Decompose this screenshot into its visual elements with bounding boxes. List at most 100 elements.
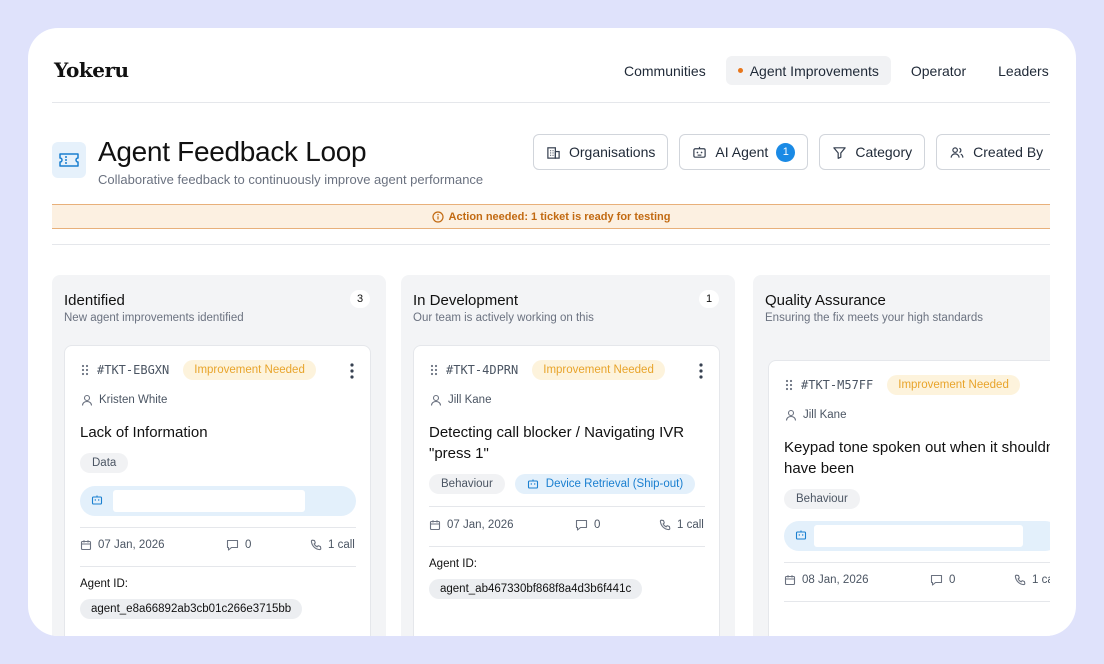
nav-leaders[interactable]: Leaders (986, 56, 1050, 85)
created-date: 07 Jan, 2026 (80, 539, 165, 551)
organisations-filter-button[interactable]: Organisations (533, 134, 669, 170)
bot-icon (693, 146, 707, 158)
nav-label: Operator (910, 62, 967, 79)
tag-list: Data (80, 453, 138, 473)
card-header: #TKT-EBGXN Improvement Needed (81, 360, 359, 380)
calendar-icon (429, 520, 441, 531)
drag-handle-icon[interactable] (430, 364, 438, 376)
user-icon (430, 394, 442, 406)
alert-text: Action needed: 1 ticket is ready for tes… (448, 210, 671, 223)
agent-id-value[interactable]: agent_ab467330bf868f8a4d3b6f441c (429, 579, 643, 599)
column-title: Quality Assurance (765, 292, 886, 309)
comment-count[interactable]: 0 (226, 539, 251, 551)
assignee-name: Kristen White (99, 394, 168, 406)
nav-label: Agent Improvements (749, 62, 879, 79)
card-title: Lack of Information (80, 424, 208, 441)
page-subtitle: Collaborative feedback to continuously i… (98, 172, 484, 187)
call-count[interactable]: 1 call (659, 519, 704, 531)
bot-icon (527, 479, 538, 489)
top-nav: Yokeru Communities Agent Improvements Op… (52, 28, 1050, 103)
divider (784, 601, 1050, 602)
call-count[interactable]: 1 call (310, 539, 355, 551)
ticket-id: #TKT-M57FF (801, 378, 874, 392)
user-icon (81, 394, 93, 406)
nav-communities[interactable]: Communities (612, 56, 718, 85)
divider (80, 566, 356, 567)
comment-count[interactable]: 0 (930, 574, 955, 586)
status-badge: Improvement Needed (183, 360, 316, 380)
tag-list: Behaviour (784, 489, 870, 509)
divider (429, 546, 705, 547)
app-window: Yokeru Communities Agent Improvements Op… (28, 28, 1076, 636)
card-meta: 08 Jan, 2026 0 1 ca (784, 574, 1050, 590)
comment-icon (930, 574, 943, 586)
category-tag: Behaviour (784, 489, 860, 509)
ai-agent-count-badge: 1 (776, 142, 796, 162)
filter-label: Created By (973, 144, 1044, 160)
agent-name-redacted (113, 490, 305, 512)
info-icon (431, 210, 444, 223)
agent-id-label: Agent ID: (80, 578, 128, 590)
created-by-filter-button[interactable]: Created By (936, 134, 1050, 170)
call-count[interactable]: 1 ca (1014, 574, 1050, 586)
column-in-development: In Development Our team is actively work… (401, 275, 735, 636)
calendar-icon (784, 575, 796, 586)
ticket-icon (52, 142, 86, 178)
bot-icon (795, 530, 807, 540)
column-count-badge: 3 (350, 290, 370, 308)
assignee: Jill Kane (785, 409, 846, 421)
ticket-card[interactable]: #TKT-4DPRN Improvement Needed Jill Kane … (413, 345, 720, 636)
user-icon (785, 409, 797, 421)
category-filter-button[interactable]: Category (819, 134, 926, 170)
divider (429, 506, 705, 507)
drag-handle-icon[interactable] (81, 364, 89, 376)
column-subtitle: Our team is actively working on this (413, 312, 594, 324)
card-header: #TKT-4DPRN Improvement Needed (430, 360, 708, 380)
calendar-icon (80, 540, 92, 551)
comment-text: 0 (245, 539, 252, 551)
divider (80, 527, 356, 528)
logo[interactable]: Yokeru (54, 58, 129, 82)
category-tag: Data (80, 453, 129, 473)
assignee-name: Jill Kane (803, 409, 847, 421)
phone-icon (1014, 574, 1026, 586)
agent-id-label: Agent ID: (429, 558, 477, 570)
comment-count[interactable]: 0 (575, 519, 600, 531)
divider (52, 244, 1050, 245)
comment-icon (226, 539, 239, 551)
ticket-id: #TKT-4DPRN (446, 363, 519, 377)
filter-label: AI Agent (715, 144, 769, 160)
agent-tag-label: Device Retrieval (Ship-out) (545, 478, 684, 490)
ticket-card[interactable]: #TKT-M57FF Improvement Needed Jill Kane … (768, 360, 1050, 636)
nav-agent-improvements[interactable]: Agent Improvements (725, 56, 891, 85)
bot-icon (91, 495, 103, 505)
comment-text: 0 (949, 574, 956, 586)
more-options-icon[interactable] (698, 362, 704, 380)
column-subtitle: New agent improvements identified (64, 312, 244, 324)
phone-icon (310, 539, 322, 551)
users-icon (950, 146, 964, 158)
column-title: In Development (413, 292, 519, 309)
created-date: 08 Jan, 2026 (784, 574, 869, 586)
nav-links: Communities Agent Improvements Operator … (612, 56, 1050, 85)
filter-bar: Organisations AI Agent 1 Category Create… (533, 134, 1050, 170)
column-identified: Identified New agent improvements identi… (52, 275, 386, 636)
agent-id-value[interactable]: agent_e8a66892ab3cb01c266e3715bb (80, 599, 303, 619)
column-subtitle: Ensuring the fix meets your high standar… (765, 312, 983, 324)
assignee: Kristen White (81, 394, 167, 406)
status-badge: Improvement Needed (887, 375, 1020, 395)
nav-operator[interactable]: Operator (899, 56, 978, 85)
call-text: 1 call (677, 519, 704, 531)
drag-handle-icon[interactable] (785, 379, 793, 391)
date-text: 07 Jan, 2026 (447, 519, 514, 531)
comment-icon (575, 519, 588, 531)
ai-agent-filter-button[interactable]: AI Agent 1 (679, 134, 809, 170)
building-icon (547, 146, 560, 159)
ticket-card[interactable]: #TKT-EBGXN Improvement Needed Kristen Wh… (64, 345, 371, 636)
filter-label: Organisations (569, 144, 656, 160)
action-needed-banner[interactable]: Action needed: 1 ticket is ready for tes… (52, 204, 1050, 229)
more-options-icon[interactable] (349, 362, 355, 380)
agent-tag (784, 521, 1050, 551)
column-quality-assurance: Quality Assurance Ensuring the fix meets… (753, 275, 1050, 636)
category-tag: Behaviour (429, 474, 505, 494)
